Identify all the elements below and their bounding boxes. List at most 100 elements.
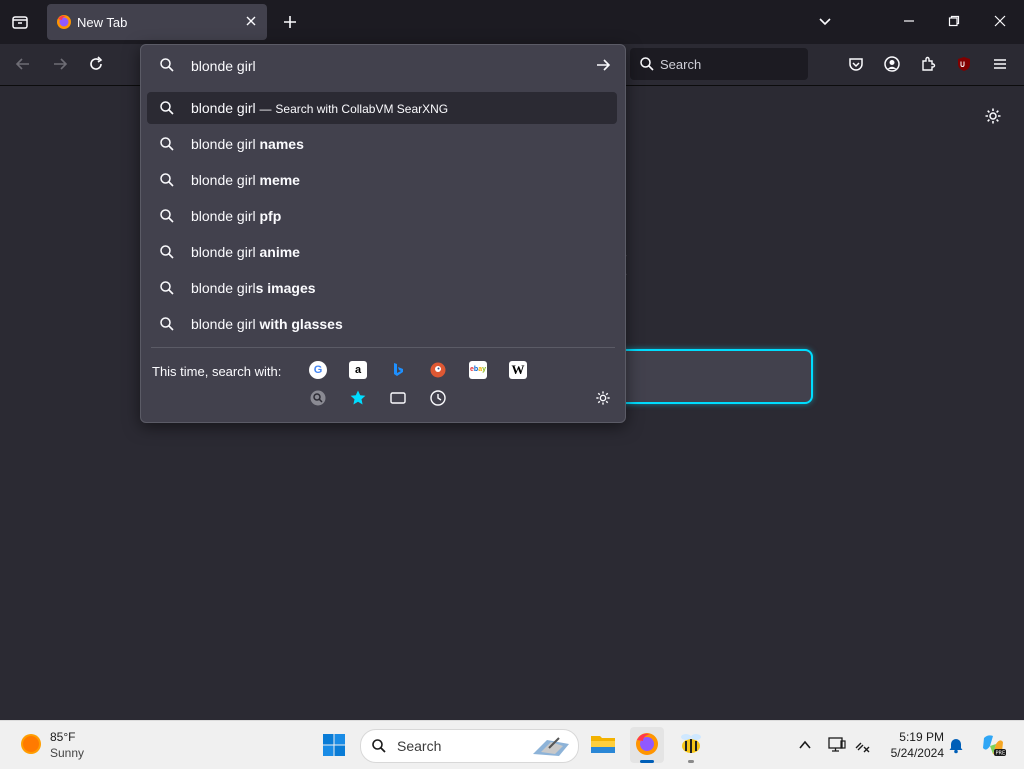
ublock-origin-icon[interactable] xyxy=(956,56,972,72)
history-icon[interactable] xyxy=(429,389,447,407)
search-icon xyxy=(159,136,175,152)
search-icon xyxy=(159,100,175,116)
new-tab-plus-icon[interactable] xyxy=(282,14,298,30)
suggestion-row[interactable]: blonde girls images xyxy=(147,272,617,304)
suggestion-bold: anime xyxy=(259,244,300,260)
search-icon xyxy=(159,244,175,260)
suggestion-bold: with glasses xyxy=(259,316,343,332)
copilot-icon[interactable]: PRE xyxy=(980,732,1006,758)
chevron-up-icon[interactable] xyxy=(798,738,812,752)
bing-icon[interactable] xyxy=(389,361,407,379)
pocket-icon[interactable] xyxy=(848,56,864,72)
active-app-indicator xyxy=(640,760,654,763)
forward-arrow-icon[interactable] xyxy=(52,56,68,72)
minimize-icon[interactable] xyxy=(903,15,915,27)
bee-app-icon[interactable] xyxy=(678,731,704,763)
suggestion-text: blonde girls images xyxy=(191,280,316,296)
search-settings-gear-icon[interactable] xyxy=(595,390,611,406)
weather-condition[interactable]: Sunny xyxy=(50,746,84,760)
notification-bell-icon[interactable] xyxy=(948,736,964,754)
bookmarks-star-icon[interactable] xyxy=(349,389,367,407)
urlbar-input[interactable] xyxy=(191,57,571,75)
customize-gear-icon[interactable] xyxy=(984,107,1002,125)
reload-icon[interactable] xyxy=(88,56,104,72)
searxng-icon[interactable] xyxy=(309,389,327,407)
google-icon[interactable]: G xyxy=(309,361,327,379)
search-icon xyxy=(639,56,655,72)
suggestion-bold: pfp xyxy=(259,208,282,224)
menu-hamburger-icon[interactable] xyxy=(992,56,1008,72)
close-tab-icon[interactable] xyxy=(245,15,257,27)
tab-title: New Tab xyxy=(77,15,128,30)
suggestion-prefix: blonde girl xyxy=(191,136,260,152)
urlbar-input-row xyxy=(141,45,625,85)
amazon-icon[interactable]: a xyxy=(349,361,367,379)
taskbar-search-box[interactable]: Search xyxy=(360,729,579,763)
back-arrow-icon[interactable] xyxy=(15,56,31,72)
suggestion-prefix: blonde girl xyxy=(191,316,260,332)
file-explorer-icon[interactable] xyxy=(590,732,616,756)
list-all-tabs-chevron-icon[interactable] xyxy=(818,15,832,29)
search-icon xyxy=(159,208,175,224)
toolbar-search-placeholder: Search xyxy=(660,57,702,72)
display-monitor-icon[interactable] xyxy=(828,736,846,754)
svg-text:PRE: PRE xyxy=(996,751,1006,757)
firefox-icon xyxy=(56,14,72,30)
window-close-icon[interactable] xyxy=(994,15,1006,27)
urlbar-dropdown: blonde girl — Search with CollabVM SearX… xyxy=(140,44,626,423)
suggestion-text: blonde girl names xyxy=(191,136,304,152)
search-icon xyxy=(159,280,175,296)
tab-strip: New Tab xyxy=(0,0,1024,44)
suggestion-row[interactable]: blonde girl meme xyxy=(147,164,617,196)
toolbar-search-box[interactable]: Search xyxy=(630,48,808,80)
windows-start-icon[interactable] xyxy=(322,733,346,757)
sun-weather-icon[interactable] xyxy=(20,733,42,755)
go-arrow-icon[interactable] xyxy=(595,57,611,73)
suggestion-text: blonde girl meme xyxy=(191,172,300,188)
taskbar: 85°F Sunny Search 5:19 PM 5/24/2024 PRE xyxy=(0,720,1024,769)
heuristic-separator: — xyxy=(259,102,272,116)
heuristic-row-text: blonde girl — Search with CollabVM SearX… xyxy=(191,100,448,116)
heuristic-action: Search with CollabVM SearXNG xyxy=(275,102,449,116)
account-icon[interactable] xyxy=(884,56,900,72)
tabs-icon[interactable] xyxy=(389,389,407,407)
extensions-icon[interactable] xyxy=(920,56,936,72)
suggestion-bold: names xyxy=(259,136,304,152)
restore-icon[interactable] xyxy=(948,15,960,27)
weather-temperature[interactable]: 85°F xyxy=(50,730,75,744)
wikipedia-icon[interactable]: W xyxy=(509,361,527,379)
heuristic-search-row[interactable]: blonde girl — Search with CollabVM SearX… xyxy=(147,92,617,124)
search-icon xyxy=(159,172,175,188)
page-search-box[interactable] xyxy=(610,349,813,404)
search-icon xyxy=(159,57,175,73)
suggestion-prefix: blonde girl xyxy=(191,208,260,224)
suggestion-row[interactable]: blonde girl with glasses xyxy=(147,308,617,340)
ebay-icon[interactable]: ebay xyxy=(469,361,487,379)
network-disconnected-icon[interactable] xyxy=(853,736,871,754)
suggestion-prefix: blonde girl xyxy=(191,244,260,260)
heuristic-query: blonde girl xyxy=(191,100,256,116)
oneoff-label: This time, search with: xyxy=(152,364,282,379)
suggestion-row[interactable]: blonde girl pfp xyxy=(147,200,617,232)
suggestion-text: blonde girl anime xyxy=(191,244,300,260)
suggestion-prefix: blonde girl xyxy=(191,280,256,296)
suggestion-row[interactable]: blonde girl names xyxy=(147,128,617,160)
duckduckgo-icon[interactable] xyxy=(429,361,447,379)
running-app-indicator xyxy=(688,760,694,763)
clock-date[interactable]: 5/24/2024 xyxy=(884,746,944,760)
tab-overview-icon[interactable] xyxy=(12,14,28,30)
suggestion-bold: s images xyxy=(255,280,316,296)
search-icon xyxy=(371,738,387,754)
oneoff-separator xyxy=(151,347,615,348)
taskbar-search-placeholder: Search xyxy=(397,738,442,754)
search-highlight-illustration-icon xyxy=(529,734,573,758)
tab-new-tab[interactable]: New Tab xyxy=(47,4,267,40)
suggestion-prefix: blonde girl xyxy=(191,172,260,188)
firefox-icon xyxy=(635,732,659,756)
suggestion-bold: meme xyxy=(259,172,300,188)
firefox-taskbar-button[interactable] xyxy=(630,727,664,763)
suggestion-row[interactable]: blonde girl anime xyxy=(147,236,617,268)
clock-time[interactable]: 5:19 PM xyxy=(884,730,944,744)
search-icon xyxy=(159,316,175,332)
suggestion-text: blonde girl with glasses xyxy=(191,316,343,332)
